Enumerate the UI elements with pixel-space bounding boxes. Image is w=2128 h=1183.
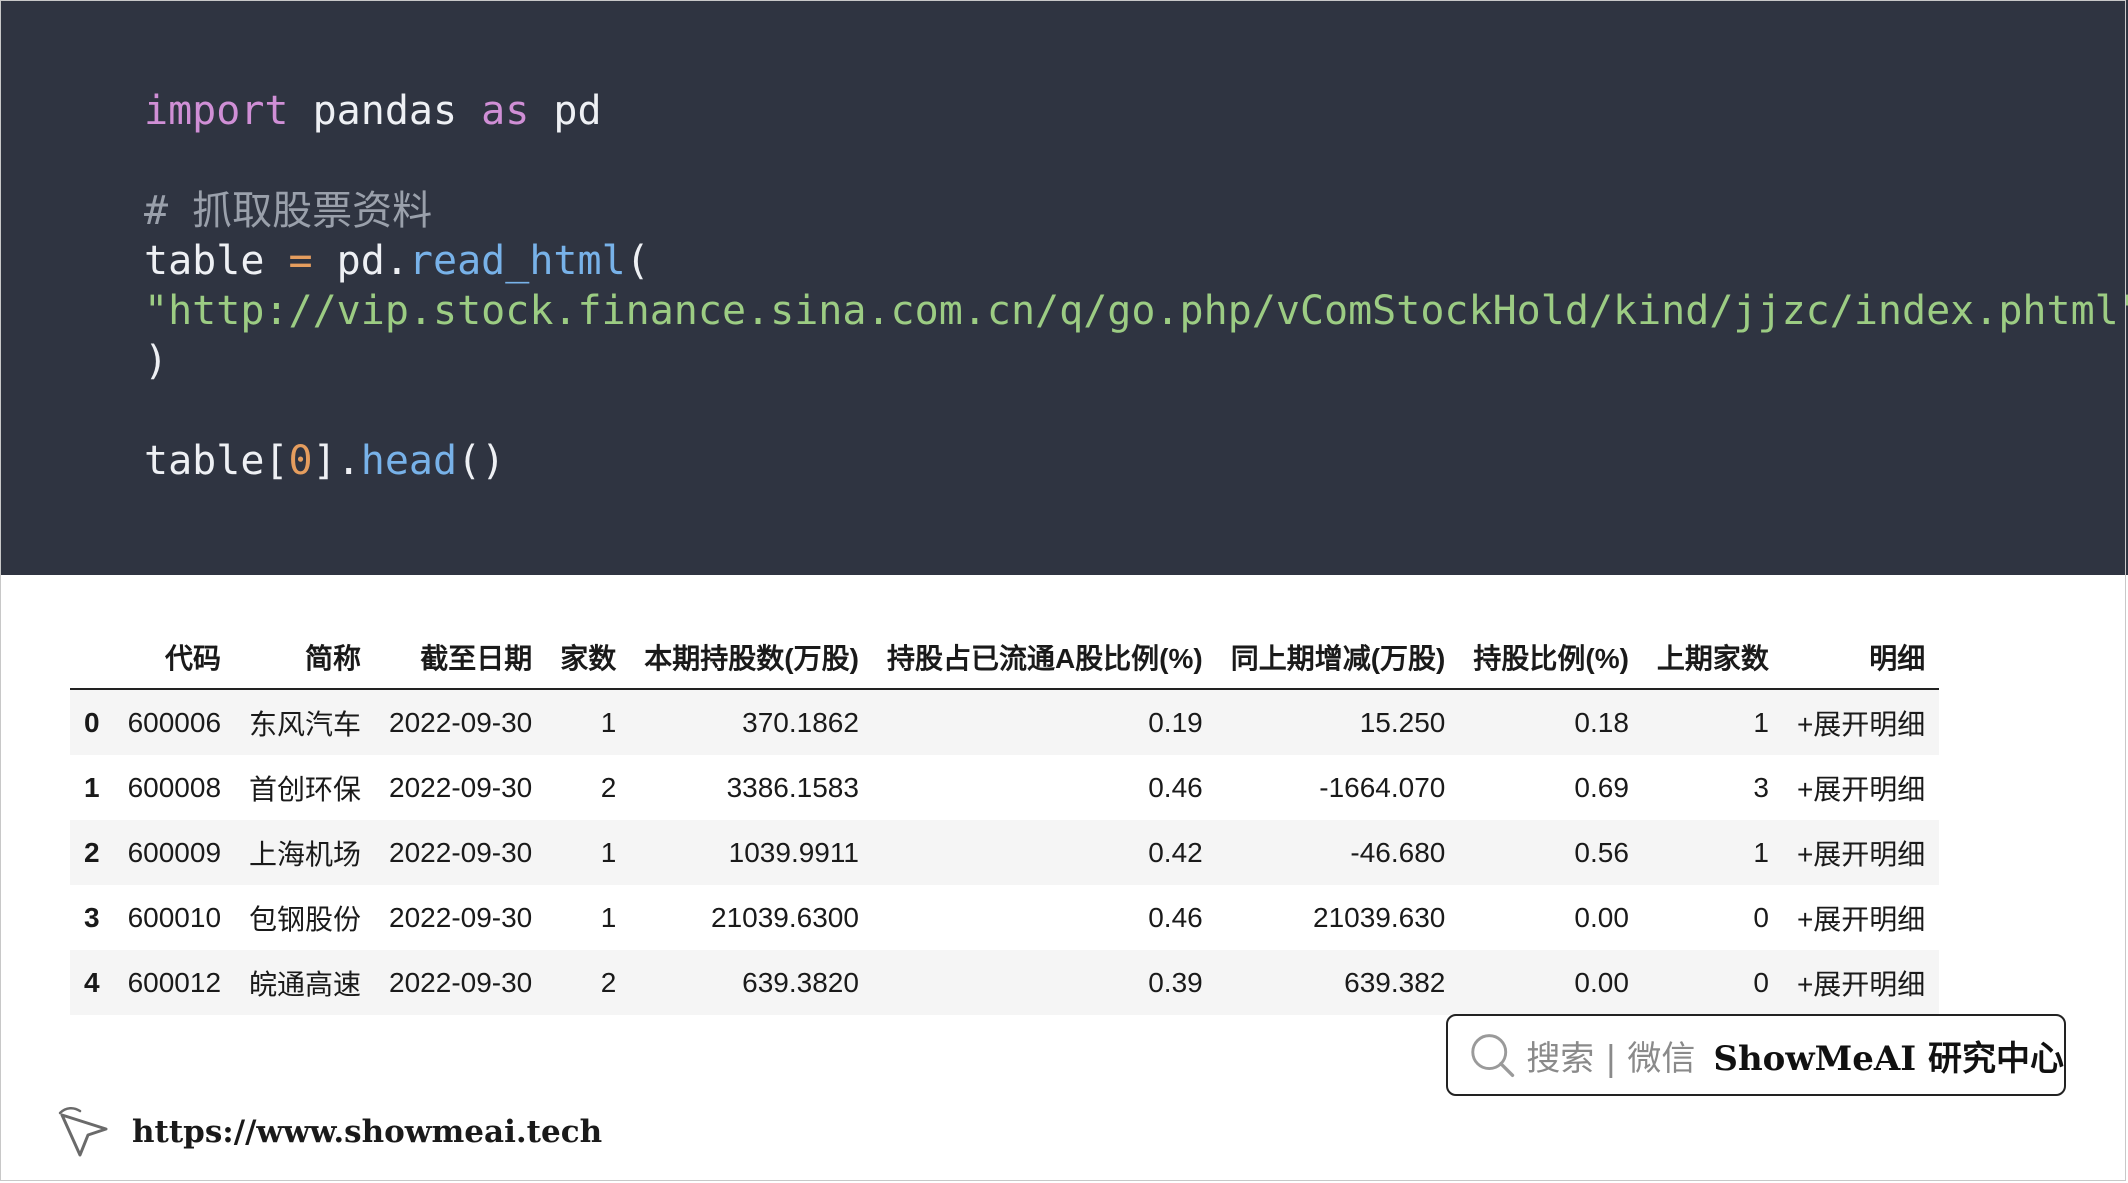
table-row: 4 600012 皖通高速 2022-09-30 2 639.3820 0.39 639.38… [70, 950, 1940, 1015]
code-block: import pandas as pd # 抓取股票资料 table = pd.… [144, 86, 2128, 486]
table-cell: 0 [1642, 950, 1783, 1015]
row-index: 1 [84, 771, 100, 803]
index-number: 0 [288, 438, 313, 484]
open-paren: ( [625, 238, 650, 284]
table-cell[interactable]: +展开明细 [1782, 689, 1940, 755]
table-cell: 21039.6300 [711, 901, 859, 933]
table-cell: 639.3820 [630, 950, 873, 1015]
row-index: 0 [70, 689, 114, 755]
dataframe-table: 代码 简称 截至日期 家数 本期持股数(万股) 持股占已流通A股比例(%) 同上… [70, 626, 1940, 1015]
table-cell: 1 [546, 689, 631, 755]
row-index: 4 [70, 950, 114, 1015]
column-header: 截至日期 [375, 626, 547, 690]
table-cell: 2 [546, 950, 631, 1015]
module-alias: pd [529, 88, 602, 134]
index-close: ]. [312, 438, 361, 484]
table-cell: 2022-09-30 [389, 901, 533, 933]
table-cell: 0.18 [1459, 689, 1643, 755]
kw-as: as [481, 88, 530, 134]
row-index: 2 [70, 820, 114, 885]
table-cell: 2022-09-30 [375, 950, 547, 1015]
table-cell[interactable]: +展开明细 [1782, 820, 1940, 885]
code-cell[interactable]: import pandas as pd # 抓取股票资料 table = pd.… [0, 0, 2128, 575]
table-row: 2 600009 上海机场 2022-09-30 1 1039.9911 0.42 -46.6… [70, 820, 1940, 885]
kw-import: import [144, 88, 289, 134]
column-header: 代码 [113, 626, 236, 690]
footer-link[interactable]: https://www.showmeai.tech [56, 1102, 602, 1162]
column-header: 本期持股数(万股) [630, 626, 873, 690]
row-index: 3 [84, 901, 100, 933]
table-cell[interactable]: +展开明细 [1782, 950, 1940, 1015]
table-cell: 600012 [113, 950, 236, 1015]
table-cell: -46.680 [1216, 820, 1460, 885]
footer-url[interactable]: https://www.showmeai.tech [132, 1114, 602, 1150]
table-cell: 1 [1642, 820, 1783, 885]
table-cell: 0.42 [872, 820, 1217, 885]
table-cell: 1039.9911 [630, 820, 873, 885]
table-cell: 2 [600, 771, 617, 803]
table-cell: 0 [1753, 901, 1769, 933]
column-header: 持股占已流通A股比例(%) [872, 626, 1217, 690]
module-name: pandas [288, 88, 482, 134]
table-cell: 600010 [127, 901, 222, 933]
search-hint: 搜索 | 微信 [1526, 1038, 1696, 1079]
table-cell: 2022-09-30 [375, 689, 547, 755]
column-header: 家数 [546, 626, 631, 690]
column-header: 持股比例(%) [1459, 626, 1643, 690]
table-cell: 21039.630 [1313, 901, 1446, 933]
table-cell: 0.56 [1459, 820, 1643, 885]
search-icon [1471, 1034, 1515, 1078]
table-cell: 2022-09-30 [389, 771, 533, 803]
table-cell: 15.250 [1216, 689, 1460, 755]
table-cell: 0.46 [1148, 771, 1203, 803]
table-cell: 0.00 [1459, 950, 1643, 1015]
table-cell[interactable]: +展开明细 [1783, 755, 1939, 820]
table-cell: 0.39 [872, 950, 1217, 1015]
table-cell: -1664.070 [1319, 771, 1446, 803]
pd-obj: pd. [312, 238, 409, 284]
table-cell: 0.46 [1148, 901, 1203, 933]
var-table: table [144, 238, 289, 284]
fn-read-html: read_html [408, 238, 626, 284]
table-cell[interactable]: +展开明细 [1783, 885, 1939, 950]
table-cell: 0.00 [1574, 901, 1629, 933]
column-header: 简称 [235, 626, 376, 690]
column-header: 明细 [1782, 626, 1940, 690]
table-cell: 639.382 [1216, 950, 1460, 1015]
table-cell: 3 [1753, 771, 1769, 803]
table-cell: 600009 [113, 820, 236, 885]
table-header-row: 代码 简称 截至日期 家数 本期持股数(万股) 持股占已流通A股比例(%) 同上… [70, 626, 1940, 690]
table-cell: 600008 [127, 771, 222, 803]
url-string: "http://vip.stock.finance.sina.com.cn/q/… [144, 288, 2128, 334]
var-table-index: table[ [144, 438, 289, 484]
table-cell: 3386.1583 [726, 771, 859, 803]
table-cell: 东风汽车 [235, 689, 376, 755]
table-cell: 370.1862 [630, 689, 873, 755]
column-header: 上期家数 [1642, 626, 1783, 690]
table-cell: 1 [600, 901, 617, 933]
table-cell: 1 [546, 820, 631, 885]
table-cell: 上海机场 [235, 820, 376, 885]
table-cell: 2022-09-30 [375, 820, 547, 885]
fn-head: head [360, 438, 458, 484]
table-cell: 0.69 [1574, 771, 1629, 803]
brand-name: ShowMeAI 研究中心 [1713, 1038, 2064, 1079]
close-paren: ) [144, 338, 169, 384]
assign-op: = [288, 238, 313, 284]
index-header [70, 626, 114, 690]
call-parens: () [457, 438, 506, 484]
table-row: 1 600008 首创环保 2022-09-30 2 3386.1583 0.46 -1664… [70, 755, 1939, 820]
table-cell: 首创环保 [249, 773, 362, 805]
table-cell: 1 [1642, 689, 1783, 755]
search-badge: 搜索 | 微信 ShowMeAI 研究中心 [1446, 1014, 2066, 1096]
table-cell: 皖通高速 [235, 950, 376, 1015]
table-row: 0 600006 东风汽车 2022-09-30 1 370.1862 0.19 15.250… [70, 689, 1940, 755]
table-cell: 600006 [113, 689, 236, 755]
code-comment: # 抓取股票资料 [144, 188, 433, 234]
column-header: 同上期增减(万股) [1216, 626, 1460, 690]
table-row: 3 600010 包钢股份 2022-09-30 1 21039.6300 0.46 2103… [70, 885, 1939, 950]
cursor-arrow-icon [58, 1107, 108, 1157]
table-cell: 包钢股份 [249, 903, 362, 935]
table-cell: 0.19 [872, 689, 1217, 755]
